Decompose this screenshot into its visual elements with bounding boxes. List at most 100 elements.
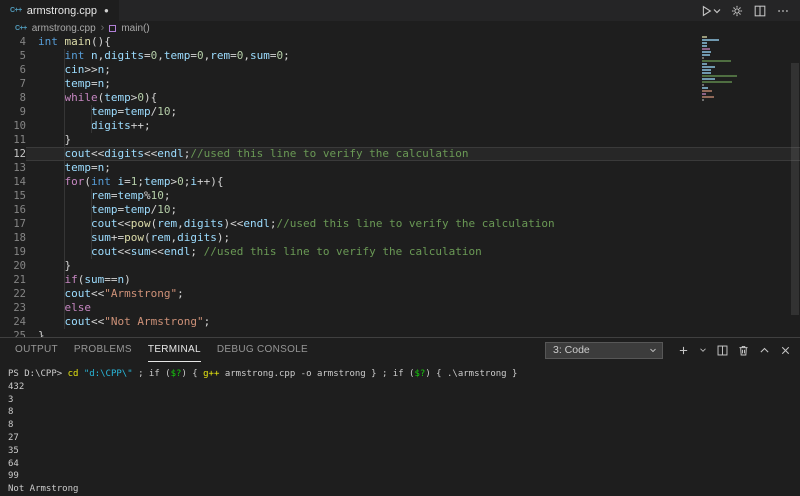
code-line[interactable]: 25} <box>0 329 800 337</box>
line-number[interactable]: 10 <box>0 119 26 133</box>
split-terminal-icon[interactable] <box>716 344 729 357</box>
code-text: temp=n; <box>64 161 111 174</box>
line-number[interactable]: 14 <box>0 175 26 189</box>
line-number[interactable]: 24 <box>0 315 26 329</box>
tab-armstrong-cpp[interactable]: C++ armstrong.cpp ● <box>0 0 119 21</box>
gear-icon[interactable] <box>730 4 744 18</box>
launch-profile-chevron-icon[interactable] <box>698 345 708 355</box>
minimap-line <box>702 96 714 98</box>
code-line[interactable]: 24 cout<<"Not Armstrong"; <box>0 315 800 329</box>
code-text: for(int i=1;temp>0;i++){ <box>64 175 224 188</box>
close-panel-icon[interactable] <box>779 344 792 357</box>
code-text: sum+=pow(rem,digits); <box>90 231 231 244</box>
code-line[interactable]: 23 else <box>0 301 800 315</box>
breadcrumb-symbol[interactable]: main() <box>121 23 149 34</box>
chevron-right-icon: › <box>100 22 105 34</box>
code-text: cin>>n; <box>64 63 111 76</box>
minimap-line <box>702 39 720 41</box>
code-line[interactable]: 6 cin>>n; <box>0 63 800 77</box>
run-button[interactable] <box>699 4 721 18</box>
panel-tab-debug-console[interactable]: DEBUG CONSOLE <box>217 338 308 362</box>
code-text: temp=n; <box>64 77 111 90</box>
minimap[interactable] <box>702 36 788 102</box>
line-number[interactable]: 5 <box>0 49 26 63</box>
code-line[interactable]: 9 temp=temp/10; <box>0 105 800 119</box>
minimap-line <box>702 90 712 92</box>
line-number[interactable]: 21 <box>0 273 26 287</box>
terminal-line: 8 <box>8 420 14 431</box>
line-number[interactable]: 22 <box>0 287 26 301</box>
code-line[interactable]: 22 cout<<"Armstrong"; <box>0 287 800 301</box>
code-text: if(sum==n) <box>64 273 131 286</box>
code-line[interactable]: 18 sum+=pow(rem,digits); <box>0 231 800 245</box>
code-text: else <box>64 301 92 314</box>
minimap-line <box>702 93 706 95</box>
code-text: rem=temp%10; <box>90 189 171 202</box>
line-number[interactable]: 23 <box>0 301 26 315</box>
code-editor[interactable]: 4 int main(){5 int n,digits=0,temp=0,rem=… <box>0 35 800 337</box>
terminal-picker-value: 3: Code <box>553 344 590 356</box>
minimap-line <box>702 60 732 62</box>
terminal-line: PS D:\CPP> cd "d:\CPP\" ; if ($?) { g++ … <box>8 369 518 379</box>
line-number[interactable]: 9 <box>0 105 26 119</box>
cpp-file-icon: C++ <box>10 7 22 14</box>
editor-tab-bar: C++ armstrong.cpp ● <box>0 0 800 21</box>
panel-tabs: OUTPUT PROBLEMS TERMINAL DEBUG CONSOLE <box>15 338 308 362</box>
code-line[interactable]: 13 temp=n; <box>0 161 800 175</box>
scrollbar-slider[interactable] <box>791 63 799 315</box>
breadcrumb-file[interactable]: armstrong.cpp <box>32 23 96 34</box>
minimap-line <box>702 66 715 68</box>
code-line[interactable]: 19 cout<<sum<<endl; //used this line to … <box>0 245 800 259</box>
maximize-panel-icon[interactable] <box>758 344 771 357</box>
code-line[interactable]: 12 cout<<digits<<endl;//used this line t… <box>0 147 800 161</box>
split-editor-icon[interactable] <box>753 4 767 18</box>
code-line[interactable]: 10 digits++; <box>0 119 800 133</box>
code-line[interactable]: 4 int main(){ <box>0 35 800 49</box>
line-number[interactable]: 25 <box>0 329 26 337</box>
line-number[interactable]: 8 <box>0 91 26 105</box>
line-number[interactable]: 4 <box>0 35 26 49</box>
more-actions-icon[interactable] <box>776 4 790 18</box>
editor-scrollbar[interactable] <box>790 35 800 337</box>
panel-tab-output[interactable]: OUTPUT <box>15 338 58 362</box>
terminal-picker[interactable]: 3: Code <box>545 341 663 359</box>
minimap-line <box>702 48 711 50</box>
cpp-file-icon: C++ <box>15 24 27 32</box>
code-line[interactable]: 5 int n,digits=0,temp=0,rem=0,sum=0; <box>0 49 800 63</box>
code-line[interactable]: 16 temp=temp/10; <box>0 203 800 217</box>
line-number[interactable]: 15 <box>0 189 26 203</box>
line-number[interactable]: 19 <box>0 245 26 259</box>
kill-terminal-trash-icon[interactable] <box>737 344 750 357</box>
line-number[interactable]: 13 <box>0 161 26 175</box>
panel-tab-problems[interactable]: PROBLEMS <box>74 338 132 362</box>
terminal-line: 35 <box>8 445 19 456</box>
line-number[interactable]: 16 <box>0 203 26 217</box>
line-number[interactable]: 20 <box>0 259 26 273</box>
chevron-down-icon <box>713 8 721 13</box>
code-line[interactable]: 7 temp=n; <box>0 77 800 91</box>
minimap-line <box>702 54 710 56</box>
code-line[interactable]: 15 rem=temp%10; <box>0 189 800 203</box>
minimap-line <box>702 75 738 77</box>
terminal-line: 432 <box>8 381 25 392</box>
line-number[interactable]: 11 <box>0 133 26 147</box>
code-line[interactable]: 17 cout<<pow(rem,digits)<<endl;//used th… <box>0 217 800 231</box>
code-line[interactable]: 8 while(temp>0){ <box>0 91 800 105</box>
line-number[interactable]: 18 <box>0 231 26 245</box>
breadcrumb: C++ armstrong.cpp › main() <box>0 21 800 35</box>
line-number[interactable]: 12 <box>0 147 26 161</box>
line-number[interactable]: 7 <box>0 77 26 91</box>
new-terminal-icon[interactable] <box>677 344 690 357</box>
terminal-content[interactable]: PS D:\CPP> cd "d:\CPP\" ; if ($?) { g++ … <box>0 362 800 496</box>
code-line[interactable]: 20 } <box>0 259 800 273</box>
panel-tab-terminal[interactable]: TERMINAL <box>147 338 201 362</box>
vscode-window: C++ armstrong.cpp ● C++ armstrong.cpp › … <box>0 0 800 496</box>
line-number[interactable]: 6 <box>0 63 26 77</box>
panel-header: OUTPUT PROBLEMS TERMINAL DEBUG CONSOLE 3… <box>0 338 800 362</box>
code-text: } <box>38 329 45 337</box>
code-line[interactable]: 11 } <box>0 133 800 147</box>
minimap-line <box>702 72 712 74</box>
line-number[interactable]: 17 <box>0 217 26 231</box>
code-line[interactable]: 21 if(sum==n) <box>0 273 800 287</box>
code-line[interactable]: 14 for(int i=1;temp>0;i++){ <box>0 175 800 189</box>
